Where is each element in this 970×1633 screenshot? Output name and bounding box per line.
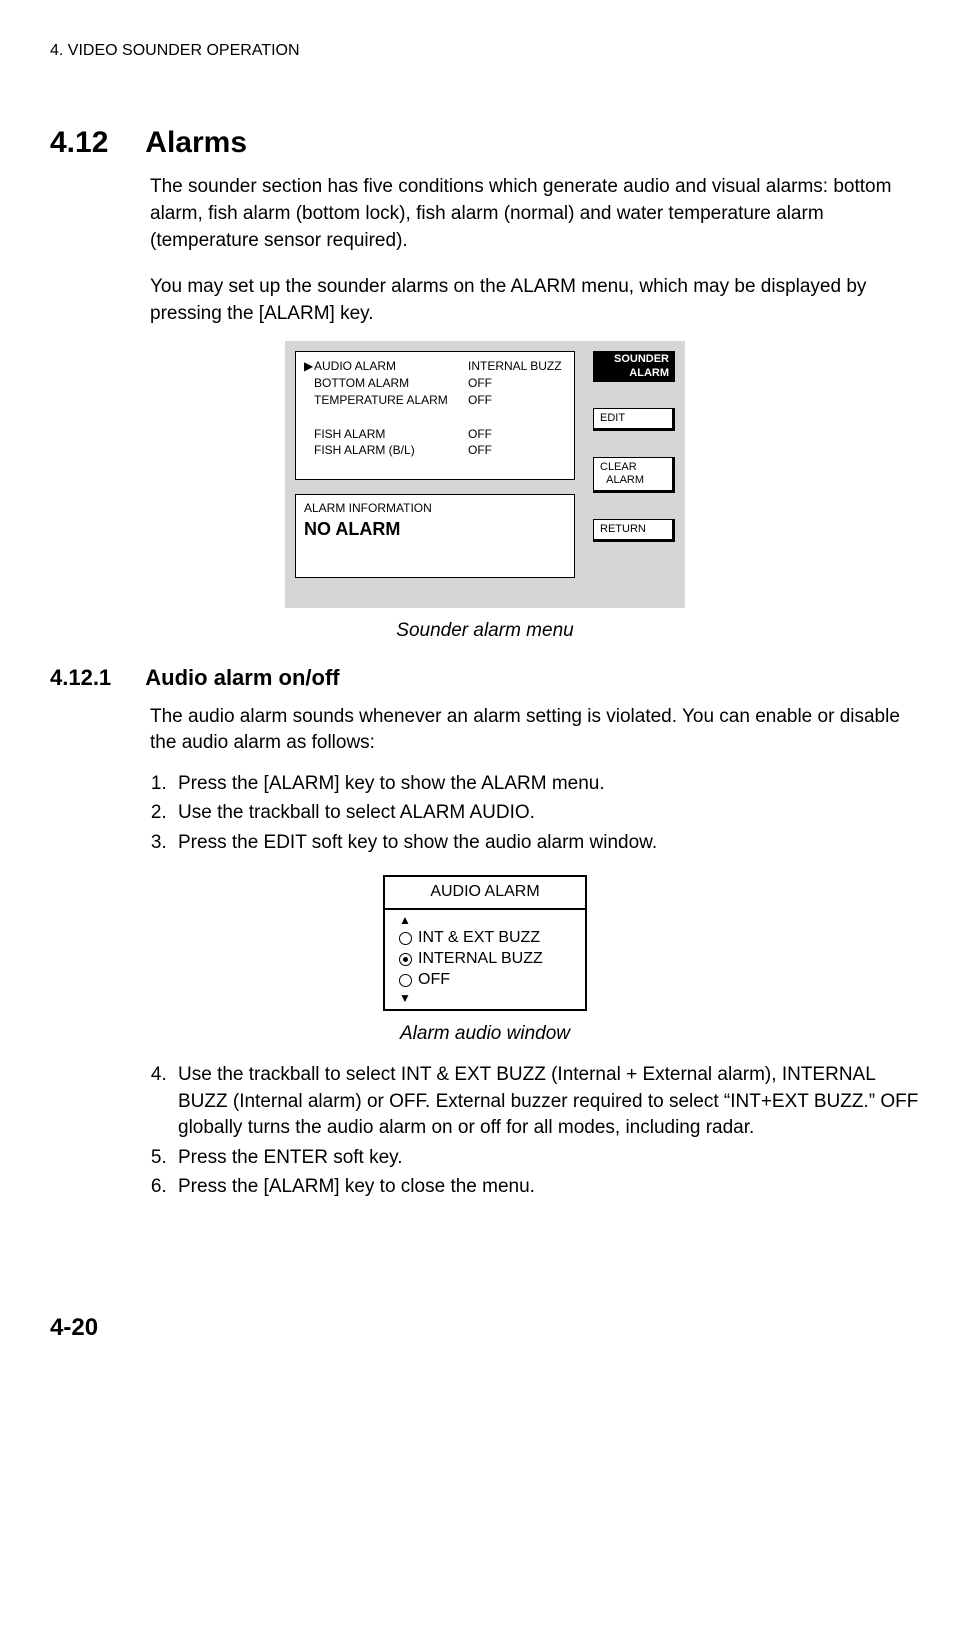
list-item: Use the trackball to select INT & EXT BU… bbox=[172, 1062, 920, 1142]
clear-alarm-softkey[interactable]: CLEAR ALARM bbox=[593, 457, 675, 493]
scroll-up-icon: ▲ bbox=[399, 913, 571, 929]
menu-item-label: FISH ALARM bbox=[314, 426, 468, 443]
softkey-line-2: ALARM bbox=[606, 474, 644, 486]
menu-row: ▶AUDIO ALARMINTERNAL BUZZ bbox=[304, 358, 566, 375]
list-item: Press the EDIT soft key to show the audi… bbox=[172, 830, 920, 857]
return-softkey[interactable]: RETURN bbox=[593, 519, 675, 542]
tab-line-2: ALARM bbox=[629, 367, 669, 379]
section-number: 4.12 bbox=[50, 122, 140, 164]
list-item: Press the ENTER soft key. bbox=[172, 1145, 920, 1172]
menu-row bbox=[304, 409, 566, 426]
intro-paragraph-2: You may set up the sounder alarms on the… bbox=[150, 274, 920, 327]
menu-row: TEMPERATURE ALARMOFF bbox=[304, 392, 566, 409]
menu-pointer-icon bbox=[304, 375, 314, 392]
subsection-title: Audio alarm on/off bbox=[145, 665, 339, 690]
menu-item-value: OFF bbox=[468, 442, 566, 459]
audio-alarm-window-title: AUDIO ALARM bbox=[385, 877, 585, 909]
procedure-list-2: Use the trackball to select INT & EXT BU… bbox=[150, 1062, 920, 1201]
subsection-intro: The audio alarm sounds whenever an alarm… bbox=[150, 704, 920, 757]
list-item: Press the [ALARM] key to show the ALARM … bbox=[172, 771, 920, 798]
menu-tab-label: SOUNDER ALARM bbox=[593, 351, 675, 381]
audio-alarm-option[interactable]: INT & EXT BUZZ bbox=[399, 928, 571, 949]
menu-item-label: BOTTOM ALARM bbox=[314, 375, 468, 392]
menu-item-label: FISH ALARM (B/L) bbox=[314, 442, 468, 459]
menu-item-label: TEMPERATURE ALARM bbox=[314, 392, 468, 409]
sounder-alarm-menu-diagram: ▶AUDIO ALARMINTERNAL BUZZ BOTTOM ALARMOF… bbox=[285, 341, 685, 608]
menu-item-value: INTERNAL BUZZ bbox=[468, 358, 566, 375]
intro-paragraph-1: The sounder section has five conditions … bbox=[150, 174, 920, 254]
subsection-number: 4.12.1 bbox=[50, 663, 140, 694]
alarm-menu-list: ▶AUDIO ALARMINTERNAL BUZZ BOTTOM ALARMOF… bbox=[295, 351, 575, 480]
menu-pointer-icon bbox=[304, 392, 314, 409]
softkey-column: SOUNDER ALARM EDIT CLEAR ALARM RETURN bbox=[593, 351, 675, 542]
alarm-info-label: ALARM INFORMATION bbox=[304, 500, 566, 517]
menu-item-value: OFF bbox=[468, 392, 566, 409]
list-item: Use the trackball to select ALARM AUDIO. bbox=[172, 800, 920, 827]
menu-item-label: AUDIO ALARM bbox=[314, 358, 468, 375]
audio-alarm-window: AUDIO ALARM ▲ INT & EXT BUZZ INTERNAL BU… bbox=[383, 875, 587, 1011]
section-title: Alarms bbox=[145, 126, 247, 159]
menu-pointer-icon bbox=[304, 442, 314, 459]
procedure-list-1: Press the [ALARM] key to show the ALARM … bbox=[150, 771, 920, 857]
option-label: INT & EXT BUZZ bbox=[418, 928, 540, 949]
softkey-line-1: CLEAR bbox=[600, 461, 637, 473]
list-item: Press the [ALARM] key to close the menu. bbox=[172, 1174, 920, 1201]
menu-item-value: OFF bbox=[468, 375, 566, 392]
audio-alarm-option[interactable]: OFF bbox=[399, 970, 571, 991]
menu-row: FISH ALARM (B/L)OFF bbox=[304, 442, 566, 459]
figure-caption: Alarm audio window bbox=[50, 1021, 920, 1048]
radio-icon bbox=[399, 974, 412, 987]
figure-caption: Sounder alarm menu bbox=[50, 618, 920, 645]
scroll-down-icon: ▼ bbox=[399, 991, 571, 1007]
option-label: OFF bbox=[418, 970, 450, 991]
menu-pointer-icon: ▶ bbox=[304, 358, 314, 375]
radio-selected-icon bbox=[399, 953, 412, 966]
alarm-info-value: NO ALARM bbox=[304, 517, 566, 542]
radio-icon bbox=[399, 932, 412, 945]
tab-line-1: SOUNDER bbox=[614, 353, 669, 365]
alarm-information-box: ALARM INFORMATION NO ALARM bbox=[295, 494, 575, 578]
menu-pointer-icon bbox=[304, 426, 314, 443]
menu-row: BOTTOM ALARMOFF bbox=[304, 375, 566, 392]
page-number: 4-20 bbox=[50, 1311, 920, 1345]
menu-row: FISH ALARMOFF bbox=[304, 426, 566, 443]
page-header: 4. VIDEO SOUNDER OPERATION bbox=[50, 40, 920, 62]
edit-softkey[interactable]: EDIT bbox=[593, 408, 675, 431]
audio-alarm-option[interactable]: INTERNAL BUZZ bbox=[399, 949, 571, 970]
option-label: INTERNAL BUZZ bbox=[418, 949, 543, 970]
menu-item-value: OFF bbox=[468, 426, 566, 443]
